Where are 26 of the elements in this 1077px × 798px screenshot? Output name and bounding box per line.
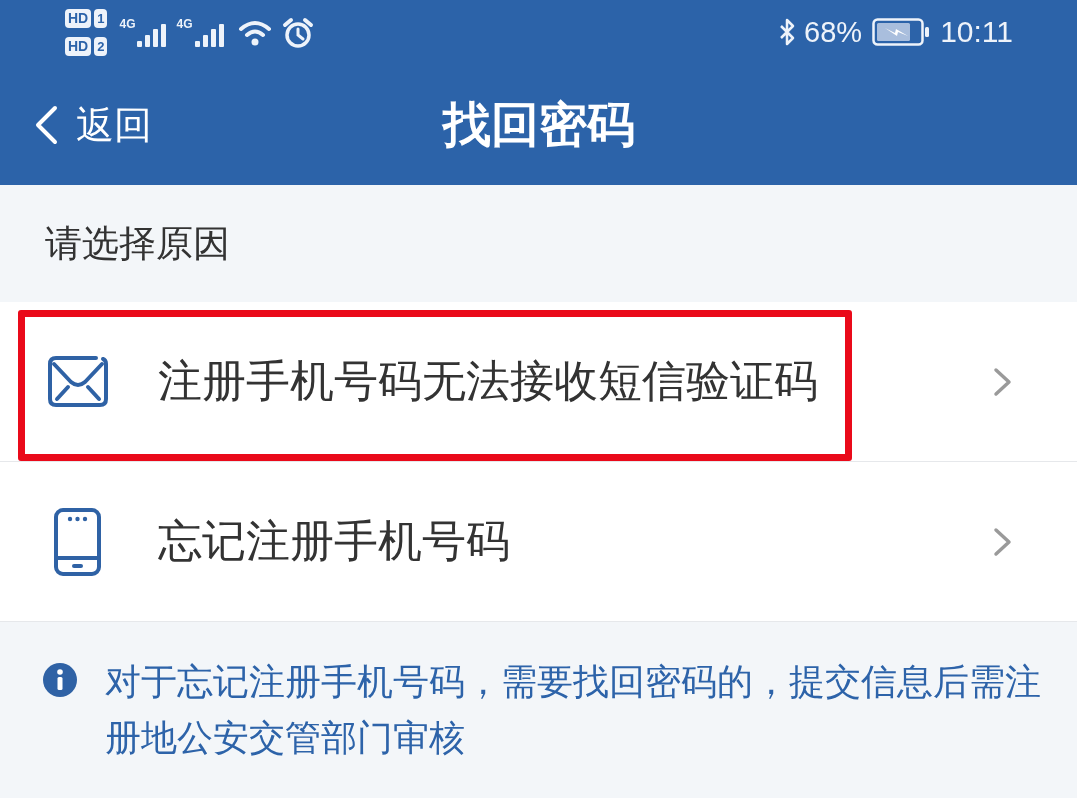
clock-time: 10:11 xyxy=(940,15,1013,49)
signal-icon xyxy=(137,24,167,47)
envelope-icon xyxy=(46,355,109,408)
alarm-clock-icon xyxy=(281,16,314,48)
network-type-label: 4G xyxy=(119,17,136,31)
reason-list-item[interactable]: 忘记注册手机号码 xyxy=(0,462,1077,622)
chevron-left-icon xyxy=(33,104,58,145)
chevron-right-icon xyxy=(993,526,1013,557)
info-icon xyxy=(43,663,77,697)
hd-badge: HD xyxy=(65,36,92,56)
battery-icon xyxy=(872,18,931,46)
reason-list-item[interactable]: 注册手机号码无法接收短信验证码 xyxy=(0,302,1077,462)
page-title: 找回密码 xyxy=(442,96,635,153)
chevron-right-icon xyxy=(993,366,1013,397)
sim-slot-badge: 2 xyxy=(94,36,108,56)
hd-badge: HD xyxy=(65,8,92,28)
network-type-label: 4G xyxy=(176,17,193,31)
mobile-phone-icon xyxy=(54,507,101,576)
sim-slot-badge: 1 xyxy=(94,8,108,28)
section-heading: 请选择原因 xyxy=(44,221,231,266)
battery-percent: 68% xyxy=(804,15,863,49)
bluetooth-icon xyxy=(778,17,797,47)
signal-icon xyxy=(194,24,224,47)
notice-text: 对于忘记注册手机号码，需要找回密码的，提交信息后需注册地公安交管部门审核 xyxy=(105,660,1042,760)
back-button[interactable]: 返回 xyxy=(0,99,152,150)
wifi-icon xyxy=(237,18,272,46)
